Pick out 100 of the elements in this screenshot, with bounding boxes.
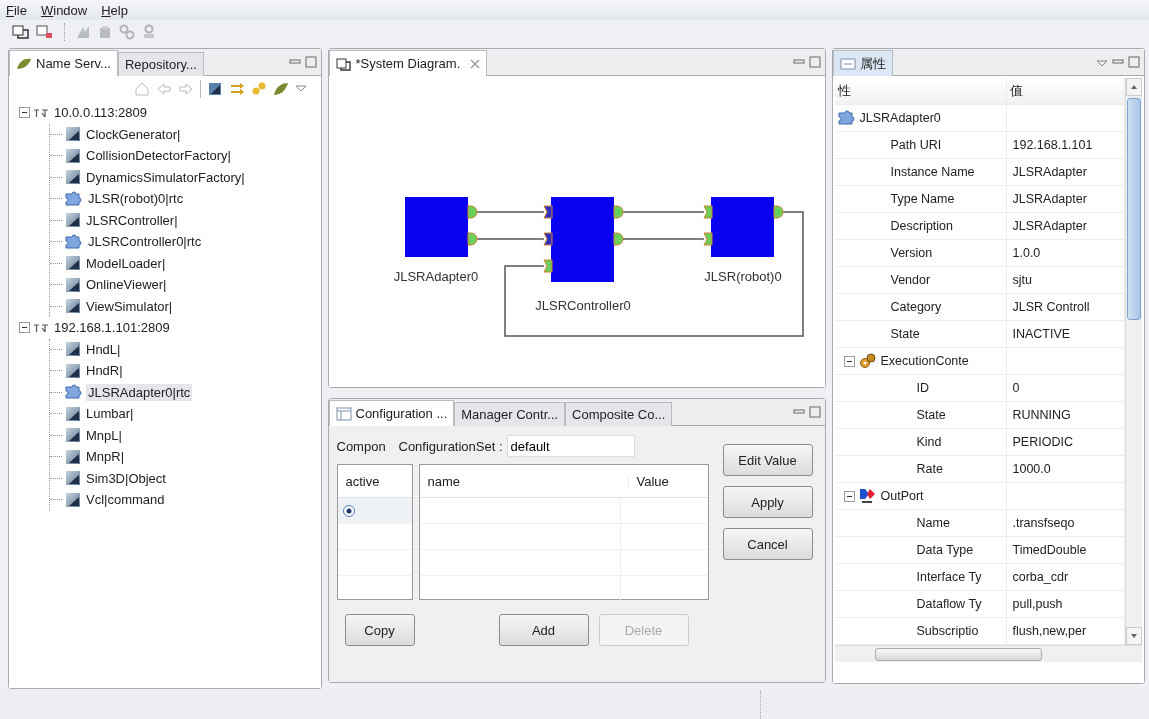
component-icon (65, 126, 81, 143)
port-icon (543, 259, 552, 273)
maximize-icon[interactable] (808, 56, 821, 68)
property-name: Dataflow Ty (834, 591, 1007, 617)
tree-item[interactable]: 192.168.1.101:2809 (52, 319, 172, 337)
tree-item[interactable]: HndL| (84, 340, 123, 358)
input-field[interactable]: default (506, 435, 635, 457)
table-icon (335, 406, 352, 421)
action-button[interactable]: Add (498, 614, 589, 646)
column-header[interactable]: Value (628, 473, 708, 489)
property-name: Category (834, 294, 1007, 320)
port-icon (613, 205, 623, 219)
port-icon (613, 232, 623, 246)
maximize-icon[interactable] (1128, 56, 1140, 68)
tree-item[interactable]: CollisionDetectorFactory| (84, 147, 233, 165)
component-label: JLSRController0 (534, 298, 631, 313)
action-button[interactable]: Cancel (722, 528, 813, 560)
action-button[interactable]: Edit Value (722, 444, 813, 476)
field-label: Compon (336, 438, 387, 454)
tree-item[interactable]: Vcl|command (84, 491, 167, 509)
tree-item[interactable]: JLSRAdapter0|rtc (86, 383, 193, 401)
property-name: Description (834, 213, 1007, 239)
tree-item[interactable]: MnpL| (84, 426, 124, 444)
tree-item[interactable]: JLSR(robot)0|rtc (86, 190, 186, 208)
forward-icon[interactable] (177, 81, 194, 97)
view-tab[interactable]: Name Serv... (9, 50, 118, 76)
column-header[interactable]: name (419, 473, 629, 489)
scroll-up-icon[interactable] (1126, 78, 1142, 96)
component-block[interactable] (710, 197, 774, 257)
property-name: Kind (834, 429, 1007, 455)
tree-item[interactable]: DynamicsSimulatorFactory| (84, 168, 247, 186)
collapse-icon[interactable] (19, 322, 30, 334)
column-header[interactable]: active (337, 473, 412, 489)
property-name: Name (834, 510, 1007, 536)
menu-item[interactable]: File (6, 2, 27, 18)
menu-item[interactable]: Help (101, 2, 128, 18)
properties-icon (839, 56, 856, 71)
port-icon (773, 205, 783, 219)
maximize-icon[interactable] (304, 56, 317, 68)
tree-item[interactable]: JLSRController| (84, 211, 180, 229)
component-icon[interactable] (206, 81, 223, 97)
component-icon (65, 212, 81, 229)
view-menu-icon[interactable] (294, 85, 307, 93)
view-tab[interactable]: Configuration ... (328, 400, 455, 426)
component-label: JLSRAdapter0 (393, 269, 478, 284)
port-icon (703, 232, 712, 246)
menu-item[interactable]: Window (40, 2, 88, 18)
component-icon (65, 362, 81, 379)
tree-item[interactable]: 10.0.0.113:2809 (52, 104, 149, 122)
property-group[interactable]: OutPort (880, 489, 924, 503)
view-tab[interactable]: Repository... (117, 52, 204, 76)
component-icon (65, 491, 81, 508)
action-button[interactable]: Apply (722, 486, 813, 518)
property-name: Subscriptio (834, 618, 1007, 644)
tree-item[interactable]: HndR| (84, 362, 125, 380)
tree-item[interactable]: OnlineViewer| (84, 276, 169, 294)
collapse-icon[interactable] (19, 107, 30, 119)
action-button[interactable]: Copy (344, 614, 415, 646)
component-icon (65, 147, 81, 164)
connect-icon[interactable] (12, 24, 30, 40)
collapse-icon[interactable] (843, 355, 855, 367)
component-icon (65, 427, 81, 444)
vertical-scrollbar[interactable] (1125, 78, 1142, 645)
scroll-down-icon[interactable] (1126, 627, 1142, 645)
leaf-icon[interactable] (272, 81, 289, 97)
editor-tab[interactable]: *System Diagram. (328, 50, 488, 76)
component-icon (65, 298, 81, 315)
column-header[interactable]: 性 (834, 78, 1007, 104)
maximize-icon[interactable] (808, 406, 821, 418)
tree-item[interactable]: JLSRController0|rtc (86, 233, 204, 251)
back-icon[interactable] (155, 81, 172, 97)
tree-item[interactable]: Sim3D|Object (84, 469, 168, 487)
property-group[interactable]: JLSRAdapter0 (859, 111, 941, 125)
port-icon (858, 487, 877, 505)
view-tab[interactable]: 属性 (832, 50, 893, 76)
leaf-icon (16, 56, 32, 71)
tree-item[interactable]: ViewSimulator| (84, 297, 175, 315)
close-icon[interactable] (470, 58, 481, 69)
collapse-icon[interactable] (843, 490, 855, 502)
disconnect-icon[interactable] (36, 24, 54, 40)
tree-item[interactable]: Lumbar| (84, 405, 136, 423)
arrows-icon[interactable] (228, 81, 245, 97)
property-name: Rate (834, 456, 1007, 482)
view-tab[interactable]: Composite Co... (565, 402, 673, 426)
view-tab[interactable]: Manager Contr... (454, 402, 566, 426)
property-name: Vendor (834, 267, 1007, 293)
property-name: Version (834, 240, 1007, 266)
view-menu-icon[interactable] (1096, 60, 1108, 68)
port-icon (467, 205, 477, 219)
tree-item[interactable]: ClockGenerator| (84, 125, 183, 143)
radio-button[interactable] (341, 503, 356, 518)
home-icon[interactable] (133, 81, 150, 97)
property-name: ID (834, 375, 1007, 401)
horizontal-scrollbar[interactable] (834, 645, 1142, 662)
property-group[interactable]: ExecutionConte (880, 354, 969, 368)
puzzle-icon (837, 110, 856, 126)
tree-item[interactable]: ModelLoader| (84, 254, 168, 272)
property-name: Data Type (834, 537, 1007, 563)
tree-item[interactable]: MnpR| (84, 448, 127, 466)
property-name: State (834, 321, 1007, 347)
